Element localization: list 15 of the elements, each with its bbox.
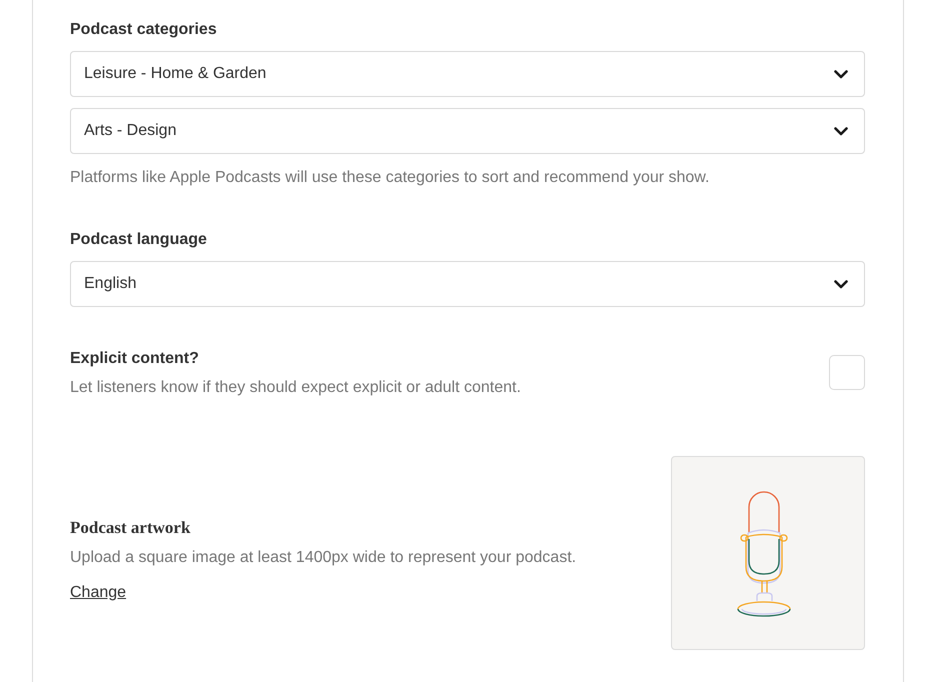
chevron-down-icon — [834, 70, 848, 78]
artwork-description: Upload a square image at least 1400px wide to represent your podcast. — [70, 548, 576, 568]
chevron-down-icon — [834, 126, 848, 136]
change-link[interactable]: Change — [70, 582, 126, 604]
category-select[interactable]: Leisure - Home & Garden — [70, 51, 865, 97]
language-select[interactable]: English — [70, 261, 865, 307]
category-select[interactable]: Arts - Design — [70, 108, 865, 154]
artwork-title: Podcast artwork — [70, 517, 190, 539]
explicit-checkbox[interactable] — [829, 355, 865, 390]
categories-label: Podcast categories — [70, 20, 218, 40]
categories-help-text: Platforms like Apple Podcasts will use these categories to sort and recommend your show. — [70, 168, 710, 188]
explicit-content-label: Explicit content? — [70, 349, 200, 369]
language-label: Podcast language — [70, 230, 208, 250]
explicit-content-description: Let listeners know if they should expect explicit or adult content. — [70, 378, 521, 398]
chevron-down-icon — [834, 280, 848, 288]
